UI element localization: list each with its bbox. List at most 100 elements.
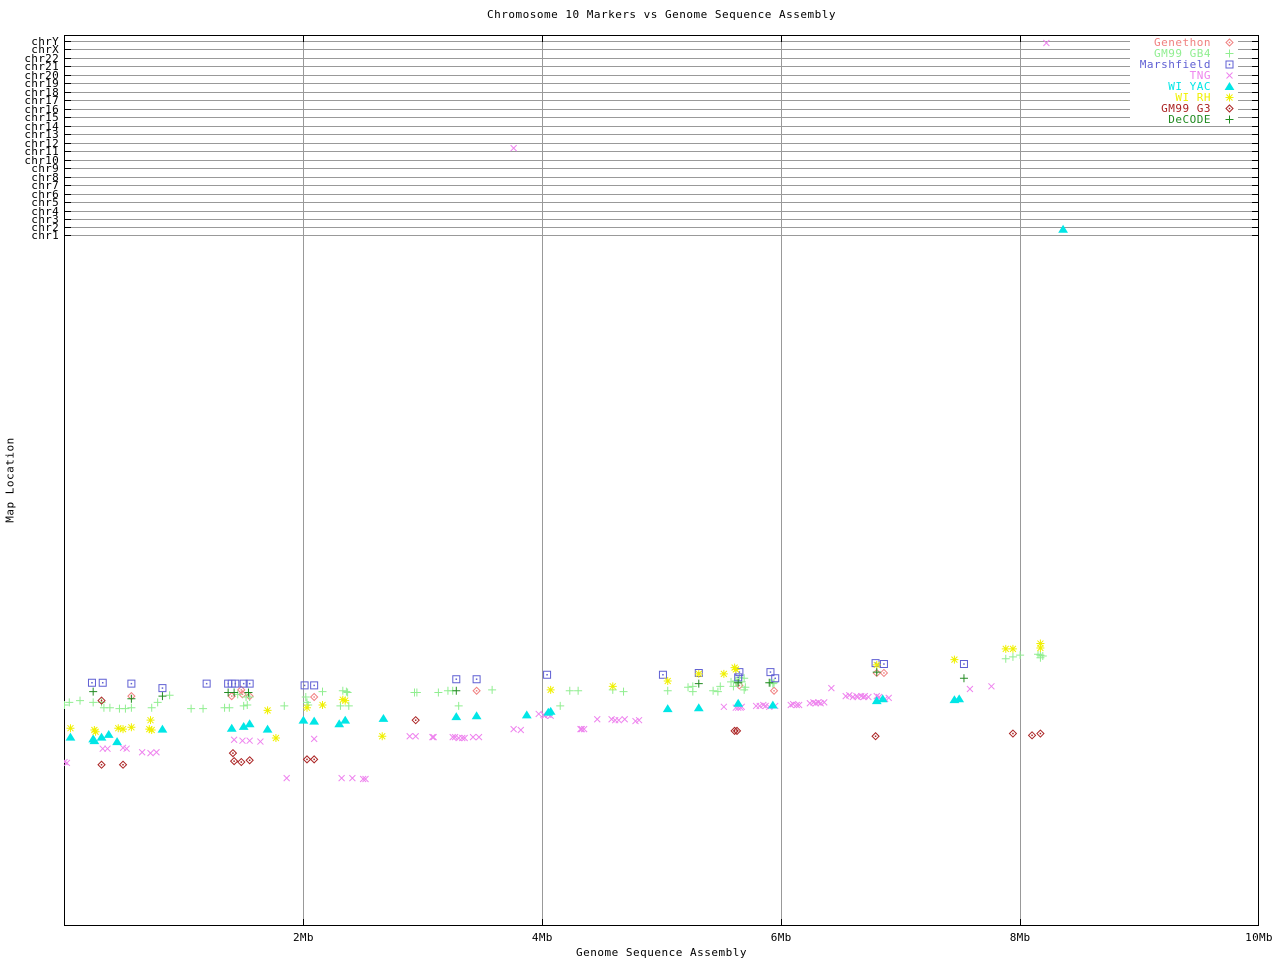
data-point xyxy=(127,679,136,688)
data-point xyxy=(1058,224,1068,233)
data-point xyxy=(342,687,351,696)
data-point xyxy=(406,732,414,740)
data-point xyxy=(950,655,959,664)
data-point xyxy=(263,706,272,715)
data-point xyxy=(608,682,617,691)
data-point xyxy=(879,660,888,669)
legend-marker-icon xyxy=(1225,93,1234,102)
data-point xyxy=(1036,729,1045,738)
data-point xyxy=(1001,644,1010,653)
data-point xyxy=(429,733,436,741)
data-point xyxy=(302,755,312,764)
x-tick-label-10Mb: 10Mb xyxy=(1245,931,1273,944)
data-point xyxy=(318,687,327,696)
data-point xyxy=(76,696,85,705)
data-point xyxy=(246,737,254,745)
data-point xyxy=(378,732,387,741)
data-point xyxy=(146,716,155,725)
data-point xyxy=(257,738,264,745)
data-point xyxy=(1001,654,1010,663)
data-point xyxy=(872,660,881,669)
data-point xyxy=(767,700,778,709)
data-point xyxy=(733,698,744,707)
legend-marker-icon xyxy=(1225,49,1234,58)
data-point xyxy=(543,670,552,679)
data-point xyxy=(153,748,160,756)
data-point xyxy=(574,686,583,695)
legend-marker-icon xyxy=(1225,60,1234,69)
data-point xyxy=(475,733,483,741)
data-point xyxy=(434,688,443,697)
data-point xyxy=(341,696,350,705)
y-axis-label: Map Location xyxy=(3,437,17,523)
data-point xyxy=(517,726,525,734)
data-point xyxy=(469,733,477,741)
data-point xyxy=(959,660,968,669)
data-point xyxy=(112,737,122,746)
data-point xyxy=(546,685,555,694)
data-point xyxy=(243,701,252,710)
data-point xyxy=(731,665,740,674)
data-point xyxy=(343,688,352,697)
data-point xyxy=(98,678,107,687)
data-point xyxy=(91,727,100,736)
data-point xyxy=(118,760,128,769)
legend: Genethon GM99 GB4 Marshfield TNG WI YAC WI RH… xyxy=(1129,36,1238,126)
data-point xyxy=(684,683,693,692)
data-point xyxy=(318,701,327,710)
data-point xyxy=(309,716,320,725)
data-point xyxy=(510,144,517,152)
legend-marker-icon xyxy=(1225,104,1234,113)
data-point xyxy=(959,674,968,683)
data-point xyxy=(65,732,76,741)
data-point xyxy=(451,712,462,721)
data-point xyxy=(1008,729,1018,738)
data-point xyxy=(709,686,718,695)
data-point xyxy=(412,732,420,740)
data-point xyxy=(66,724,75,733)
data-point xyxy=(663,686,672,695)
chart-title: Chromosome 10 Markers vs Genome Sequence… xyxy=(486,8,836,21)
legend-marker-icon xyxy=(1225,115,1234,124)
data-point xyxy=(298,715,309,724)
data-point xyxy=(121,704,130,713)
data-point xyxy=(301,693,310,702)
x-axis-label: Genome Sequence Assembly xyxy=(576,946,747,959)
data-point xyxy=(872,668,881,677)
data-point xyxy=(1225,115,1234,124)
data-point xyxy=(658,670,667,679)
data-point xyxy=(230,688,239,697)
data-point xyxy=(237,757,246,767)
data-point xyxy=(239,737,246,745)
data-point xyxy=(158,684,167,693)
data-point xyxy=(593,715,601,723)
data-point xyxy=(229,756,239,766)
data-point xyxy=(271,733,280,742)
data-point xyxy=(719,669,728,678)
data-point xyxy=(472,686,481,695)
data-point xyxy=(720,703,728,711)
x-tick-label-2Mb: 2Mb xyxy=(293,931,314,944)
data-point xyxy=(104,745,111,753)
data-point xyxy=(430,733,437,741)
data-point xyxy=(871,732,880,741)
plot-area xyxy=(64,35,1259,926)
data-point xyxy=(157,724,168,733)
data-point xyxy=(879,668,889,678)
data-point xyxy=(119,725,128,734)
data-point xyxy=(138,748,146,756)
data-point xyxy=(621,715,629,723)
data-point xyxy=(127,723,136,732)
data-point xyxy=(693,703,704,712)
data-point xyxy=(378,713,389,722)
data-point xyxy=(239,701,248,710)
data-point xyxy=(97,760,106,769)
legend-marker-icon xyxy=(1226,72,1233,79)
data-point xyxy=(1225,38,1234,47)
data-point xyxy=(147,749,154,757)
data-point xyxy=(225,703,234,712)
data-point xyxy=(1226,72,1233,79)
data-point xyxy=(1224,82,1235,90)
data-point xyxy=(1036,644,1045,653)
data-point xyxy=(452,675,461,684)
